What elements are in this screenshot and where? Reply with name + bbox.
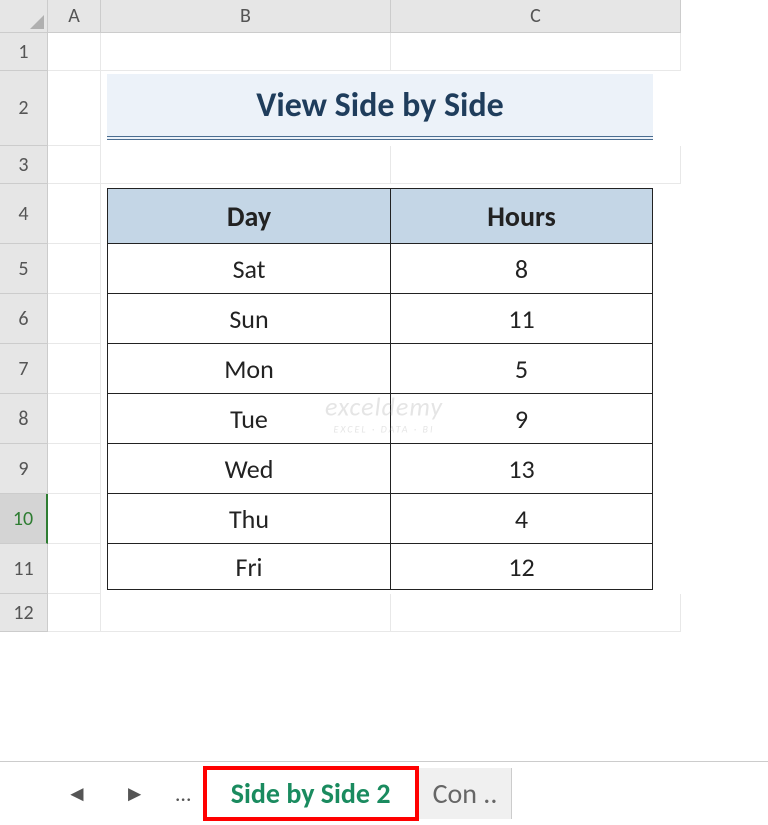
select-all-corner[interactable] (0, 0, 48, 33)
row-header-6[interactable]: 6 (0, 294, 48, 344)
table-cell-hours[interactable]: 9 (391, 394, 653, 444)
cell[interactable] (48, 344, 101, 394)
table-cell-hours[interactable]: 13 (391, 444, 653, 494)
table-cell-day[interactable]: Fri (107, 544, 391, 590)
page-title[interactable]: View Side by Side (107, 74, 653, 140)
cell[interactable] (101, 33, 391, 71)
cell[interactable] (48, 146, 101, 184)
table-cell-hours[interactable]: 4 (391, 494, 653, 544)
cell[interactable] (48, 494, 101, 544)
col-header-a[interactable]: A (48, 0, 101, 33)
table-header-hours[interactable]: Hours (391, 188, 653, 244)
row-header-2[interactable]: 2 (0, 71, 48, 146)
row-header-11[interactable]: 11 (0, 544, 48, 594)
row-header-3[interactable]: 3 (0, 146, 48, 184)
row-header-1[interactable]: 1 (0, 33, 48, 71)
table-cell-day[interactable]: Sat (107, 244, 391, 294)
cell[interactable] (391, 594, 681, 632)
cell[interactable] (391, 33, 681, 71)
col-header-b[interactable]: B (101, 0, 391, 33)
cell[interactable] (48, 33, 101, 71)
row-header-8[interactable]: 8 (0, 394, 48, 444)
row-header-7[interactable]: 7 (0, 344, 48, 394)
cell[interactable] (48, 294, 101, 344)
table-cell-day[interactable]: Sun (107, 294, 391, 344)
row-header-9[interactable]: 9 (0, 444, 48, 494)
tab-nav-prev-icon[interactable]: ◄ (48, 780, 106, 807)
table-cell-hours[interactable]: 5 (391, 344, 653, 394)
cell[interactable] (48, 71, 101, 146)
table-cell-day[interactable]: Tue (107, 394, 391, 444)
sheet-tab-other[interactable]: Con .. (419, 768, 513, 819)
cell[interactable] (48, 444, 101, 494)
row-header-5[interactable]: 5 (0, 244, 48, 294)
row-header-12[interactable]: 12 (0, 594, 48, 632)
spreadsheet-grid: A B C 1 2 3 4 5 6 7 8 9 10 11 12 View Si… (0, 0, 768, 632)
cell[interactable] (48, 184, 101, 244)
col-header-c[interactable]: C (391, 0, 681, 33)
cell[interactable] (391, 146, 681, 184)
table-cell-hours[interactable]: 8 (391, 244, 653, 294)
table-cell-hours[interactable]: 11 (391, 294, 653, 344)
cell[interactable] (101, 146, 391, 184)
sheet-tab-bar: ◄ ► … Side by Side 2 Con .. (0, 761, 768, 825)
cell[interactable] (48, 544, 101, 594)
cell[interactable] (101, 594, 391, 632)
row-header-4[interactable]: 4 (0, 184, 48, 244)
row-header-10[interactable]: 10 (0, 494, 48, 544)
table-cell-day[interactable]: Thu (107, 494, 391, 544)
tab-overflow-icon[interactable]: … (164, 780, 203, 807)
cell[interactable] (48, 394, 101, 444)
table-cell-hours[interactable]: 12 (391, 544, 653, 590)
table-cell-day[interactable]: Mon (107, 344, 391, 394)
table-header-day[interactable]: Day (107, 188, 391, 244)
sheet-tab-active[interactable]: Side by Side 2 (203, 766, 419, 821)
cell[interactable] (48, 594, 101, 632)
cell[interactable] (48, 244, 101, 294)
tab-nav-next-icon[interactable]: ► (106, 780, 164, 807)
table-cell-day[interactable]: Wed (107, 444, 391, 494)
